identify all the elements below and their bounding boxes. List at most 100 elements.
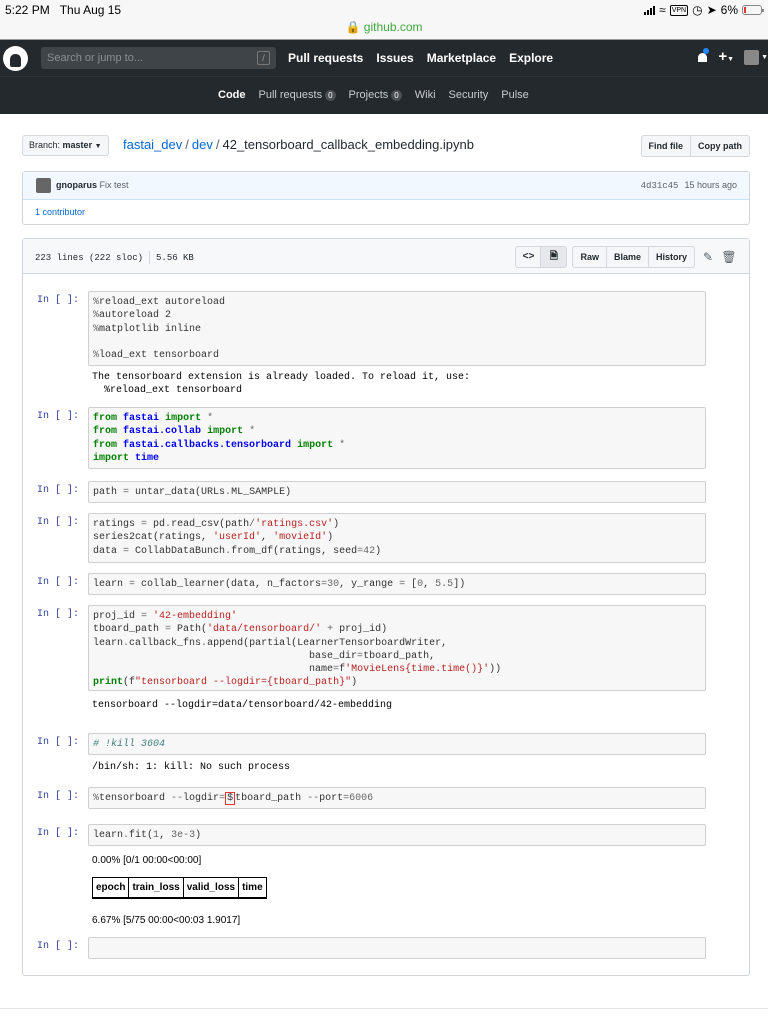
progress-text: 0.00% [0/1 00:00<00:00] [92, 855, 202, 866]
cell-prompt: In [ ]: [37, 941, 80, 952]
location-icon: ➤ [706, 3, 717, 17]
nav-explore[interactable]: Explore [509, 51, 553, 65]
code-input[interactable]: learn.fit(1, 3e-3) [88, 824, 706, 846]
pull-requests-count: 0 [325, 89, 336, 101]
alarm-icon: ◷ [692, 3, 703, 17]
table-header-train-loss: train_loss [128, 877, 184, 899]
signal-icon [644, 5, 656, 15]
commit-sha[interactable]: 4d31c45 [641, 181, 679, 191]
code-input[interactable]: learn = collab_learner(data, n_factors=3… [88, 573, 706, 595]
nav-issues[interactable]: Issues [376, 51, 413, 65]
file-viewer: 223 lines (222 sloc) 5.56 KB <> 🗎 Raw Bla… [22, 238, 750, 976]
caret-down-icon: ▼ [761, 53, 768, 61]
address-bar[interactable]: 🔒 github.com [0, 20, 768, 34]
raw-button[interactable]: Raw [572, 246, 607, 268]
commit-author-avatar[interactable] [36, 178, 51, 193]
vpn-icon: VPN [669, 4, 689, 16]
commit-author[interactable]: gnoparus [56, 180, 97, 190]
file-size: 5.56 KB [156, 252, 194, 263]
notifications-bell-icon[interactable] [697, 47, 710, 64]
projects-count: 0 [391, 89, 402, 101]
search-input[interactable] [41, 47, 241, 69]
breadcrumb-repo-link[interactable]: fastai_dev [123, 137, 182, 152]
cell-prompt: In [ ]: [37, 791, 80, 802]
status-icons: ≈ VPN ◷ ➤ 6% [644, 3, 764, 17]
breadcrumb: fastai_dev / dev/42_tensorboard_callback_e… [123, 137, 474, 152]
file-navigation: Branch: master ▼ fastai_dev / dev/42_tenso… [22, 135, 750, 157]
table-header-valid-loss: valid_loss [182, 877, 240, 899]
code-input[interactable]: from fastai import * from fastai.collab … [88, 407, 706, 469]
progress-text: 6.67% [5/75 00:00<00:03 1.9017] [92, 915, 241, 926]
avatar [744, 49, 760, 65]
find-file-button[interactable]: Find file [640, 135, 691, 157]
tab-pull-requests[interactable]: Pull requests 0 [259, 89, 336, 101]
lock-icon: 🔒 [345, 20, 361, 34]
blame-button[interactable]: Blame [606, 246, 649, 268]
cell-output: The tensorboard extension is already loa… [92, 372, 471, 397]
ios-status-bar: 5:22 PM Thu Aug 15 🔒 github.com ≈ VPN ◷ … [0, 0, 768, 40]
commit-time: 15 hours ago [684, 180, 737, 190]
latest-commit-box: gnoparus Fix test 4d31c45 15 hours ago 1 … [22, 171, 750, 225]
file-header: 223 lines (222 sloc) 5.56 KB <> 🗎 Raw Bla… [23, 239, 749, 274]
create-new-button[interactable]: +▼ [718, 48, 734, 66]
wifi-icon: ≈ [659, 3, 666, 17]
copy-path-button[interactable]: Copy path [691, 135, 750, 157]
breadcrumb-filename: 42_tensorboard_callback_embedding.ipynb [222, 137, 474, 152]
tab-code[interactable]: Code [218, 89, 246, 101]
user-menu-button[interactable]: ▼ [744, 49, 768, 65]
code-input[interactable]: proj_id = '42-embedding' tboard_path = P… [88, 605, 706, 691]
search-shortcut-hint: / [257, 51, 270, 65]
code-input-empty[interactable] [88, 937, 706, 959]
cell-prompt: In [ ]: [37, 485, 80, 496]
battery-icon [742, 5, 764, 15]
cell-prompt: In [ ]: [37, 295, 80, 306]
status-time: 5:22 PM Thu Aug 15 [5, 3, 122, 17]
code-input[interactable]: %tensorboard --logdir= $ tboard_path --por… [88, 787, 706, 809]
file-lines: 223 lines (222 sloc) [35, 252, 144, 263]
cell-prompt: In [ ]: [37, 411, 80, 422]
github-header: / Pull requests Issues Marketplace Explo… [0, 40, 768, 76]
cell-prompt: In [ ]: [37, 609, 80, 620]
search-box[interactable]: / [41, 47, 276, 69]
tab-wiki[interactable]: Wiki [415, 89, 436, 101]
cell-output: tensorboard --logdir=data/tensorboard/42… [92, 700, 393, 711]
cell-output: /bin/sh: 1: kill: No such process [92, 762, 291, 773]
code-input[interactable]: path = untar_data(URLs.ML_SAMPLE) [88, 481, 706, 503]
nav-marketplace[interactable]: Marketplace [427, 51, 496, 65]
file-icon: 🗎 [549, 251, 558, 262]
cell-prompt: In [ ]: [37, 517, 80, 528]
tab-security[interactable]: Security [449, 89, 489, 101]
tab-pulse[interactable]: Pulse [501, 89, 529, 101]
github-logo-icon[interactable] [3, 46, 28, 71]
plus-icon: + [718, 48, 728, 65]
cell-prompt: In [ ]: [37, 737, 80, 748]
code-icon: <> [522, 251, 535, 262]
caret-down-icon: ▼ [94, 143, 102, 150]
table-header-time: time [238, 877, 267, 899]
battery-percent: 6% [720, 3, 738, 17]
source-view-button[interactable]: <> [515, 246, 542, 268]
code-input[interactable]: # !kill 3604 [88, 733, 706, 755]
cell-prompt: In [ ]: [37, 577, 80, 588]
history-button[interactable]: History [648, 246, 695, 268]
rendered-view-button[interactable]: 🗎 [541, 246, 568, 268]
code-input[interactable]: %reload_ext autoreload %autoreload 2 %ma… [88, 291, 706, 366]
caret-down-icon: ▼ [727, 56, 735, 63]
delete-trash-icon[interactable]: 🗑 [721, 250, 737, 264]
commit-message[interactable]: Fix test [100, 180, 129, 190]
footer-divider [0, 1008, 768, 1009]
table-header-epoch: epoch [91, 877, 130, 899]
header-actions: +▼ ▼ [697, 47, 768, 66]
edit-pencil-icon[interactable]: ✎ [700, 250, 716, 264]
cell-prompt: In [ ]: [37, 828, 80, 839]
code-input[interactable]: ratings = pd.read_csv(path/'ratings.csv'… [88, 513, 706, 563]
repo-nav: Code Pull requests 0 Projects 0 Wiki Sec… [0, 76, 768, 114]
header-nav: Pull requests Issues Marketplace Explore [288, 51, 553, 65]
contributors-link[interactable]: 1 contributor [35, 207, 85, 217]
breadcrumb-dir-link[interactable]: dev [192, 137, 213, 152]
loss-table: epoch train_loss valid_loss time [91, 877, 267, 899]
nav-pull-requests[interactable]: Pull requests [288, 51, 363, 65]
branch-selector[interactable]: Branch: master ▼ [22, 135, 109, 156]
url-text: github.com [363, 20, 423, 34]
tab-projects[interactable]: Projects 0 [349, 89, 402, 101]
